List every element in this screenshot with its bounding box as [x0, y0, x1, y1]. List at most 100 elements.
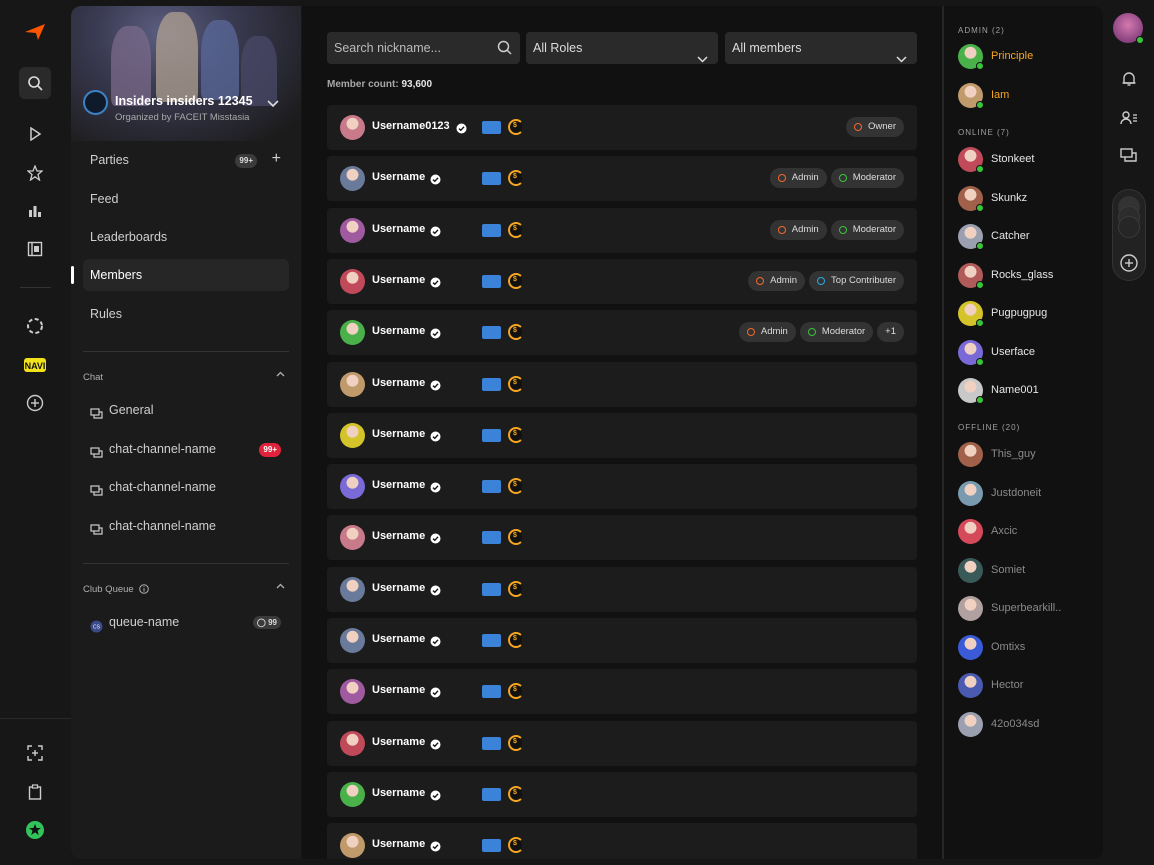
members-filter-select[interactable]: All members: [725, 32, 917, 64]
member-row[interactable]: Username $ Admin Moderator: [327, 207, 917, 253]
avatar[interactable]: [340, 525, 365, 551]
username[interactable]: Username: [372, 633, 425, 645]
sidebar-member[interactable]: Superbearkill..: [958, 596, 1098, 624]
role-badge[interactable]: Top Contributer: [809, 270, 904, 291]
info-icon[interactable]: [139, 584, 150, 594]
username[interactable]: Username: [372, 377, 425, 389]
sidebar-member[interactable]: Userface: [958, 339, 1098, 368]
avatar[interactable]: [340, 576, 365, 602]
member-row[interactable]: Username $: [327, 515, 917, 561]
member-row[interactable]: Username $ Admin Moderator: [327, 156, 917, 202]
member-row[interactable]: Username $ Admin Top Contributer: [327, 258, 917, 304]
nav-item-members[interactable]: Members: [71, 259, 289, 291]
sidebar-member[interactable]: Hector: [958, 673, 1098, 701]
nav-item-feed[interactable]: Feed: [83, 183, 289, 215]
sidebar-member[interactable]: Justdoneit: [958, 480, 1098, 509]
avatar[interactable]: [340, 781, 365, 807]
roles-filter-select[interactable]: All Roles: [526, 32, 718, 64]
username[interactable]: Username: [372, 736, 425, 748]
avatar[interactable]: [340, 833, 365, 859]
sidebar-member[interactable]: Pugpugpug: [958, 301, 1098, 329]
chevron-up-icon[interactable]: [276, 369, 285, 380]
sidebar-member[interactable]: This_guy: [958, 442, 1098, 470]
star-icon[interactable]: [19, 157, 51, 189]
username[interactable]: Username: [372, 428, 425, 440]
avatar[interactable]: [340, 166, 365, 192]
dotted-circle-icon[interactable]: [19, 310, 51, 342]
queue-item[interactable]: CS queue-name ◯ 99: [90, 609, 289, 635]
member-row[interactable]: Username $ Admin Moderator +1: [327, 310, 917, 356]
member-row[interactable]: Username $: [327, 823, 917, 859]
chat-channel[interactable]: chat-channel-name: [90, 474, 289, 500]
role-badge[interactable]: Admin: [738, 322, 796, 343]
sidebar-member[interactable]: Name001: [958, 378, 1098, 406]
sidebar-member[interactable]: 42o034sd: [958, 711, 1098, 740]
avatar[interactable]: [340, 422, 365, 448]
member-row[interactable]: Username $: [327, 361, 917, 407]
role-badge[interactable]: Admin: [769, 219, 827, 240]
role-badge[interactable]: Owner: [846, 117, 904, 137]
member-row[interactable]: Username $: [327, 412, 917, 458]
sidebar-member[interactable]: Axcic: [958, 519, 1098, 547]
sidebar-member[interactable]: Omtixs: [958, 634, 1098, 663]
username[interactable]: Username: [372, 479, 425, 491]
add-party-icon[interactable]: +: [272, 151, 281, 167]
add-circle-icon[interactable]: [1119, 253, 1139, 273]
search-icon[interactable]: [497, 40, 512, 60]
username[interactable]: Username: [372, 274, 425, 286]
sidebar-member[interactable]: Stonkeet: [958, 147, 1098, 175]
more-roles-badge[interactable]: +1: [877, 322, 904, 343]
avatar[interactable]: [340, 115, 365, 140]
avatar[interactable]: [340, 474, 365, 500]
sidebar-member[interactable]: Somiet: [958, 557, 1098, 586]
search-icon[interactable]: [19, 67, 51, 99]
sidebar-member[interactable]: Catcher: [958, 224, 1098, 252]
member-row[interactable]: Username $: [327, 618, 917, 663]
username[interactable]: Username: [372, 582, 425, 594]
navi-logo-icon[interactable]: NAVI: [19, 349, 51, 381]
sidebar-member[interactable]: Iam: [958, 82, 1098, 111]
role-badge[interactable]: Admin: [748, 270, 806, 291]
chevron-down-icon[interactable]: [267, 95, 279, 113]
sidebar-member[interactable]: Principle: [958, 44, 1098, 72]
avatar[interactable]: [340, 217, 365, 243]
member-row[interactable]: Username0123 $ Owner: [327, 105, 917, 150]
username[interactable]: Username0123: [372, 120, 450, 132]
faceit-logo-icon[interactable]: [19, 16, 51, 48]
username[interactable]: Username: [372, 223, 425, 235]
add-circle-icon[interactable]: [19, 387, 51, 419]
role-badge[interactable]: Admin: [769, 168, 827, 189]
member-row[interactable]: Username $: [327, 464, 917, 510]
avatar[interactable]: [340, 371, 365, 397]
avatar[interactable]: [340, 730, 365, 756]
search-field[interactable]: [327, 32, 520, 64]
username[interactable]: Username: [372, 325, 425, 337]
role-badge[interactable]: Moderator: [830, 219, 904, 240]
nav-item-parties[interactable]: Parties 99+ +: [83, 144, 289, 176]
film-icon[interactable]: [19, 233, 51, 265]
play-icon[interactable]: [19, 118, 51, 150]
chevron-up-icon[interactable]: [276, 581, 285, 592]
role-badge[interactable]: Moderator: [830, 168, 904, 189]
member-row[interactable]: Username $: [327, 720, 917, 766]
avatar[interactable]: [340, 320, 365, 346]
avatar[interactable]: [340, 679, 365, 705]
star-badge-icon[interactable]: [19, 814, 51, 846]
expand-icon[interactable]: [19, 737, 51, 769]
stats-icon[interactable]: [19, 195, 51, 227]
sidebar-member[interactable]: Skunkz: [958, 185, 1098, 214]
member-row[interactable]: Username $: [327, 771, 917, 817]
member-row[interactable]: Username $: [327, 566, 917, 612]
nav-item-rules[interactable]: Rules: [83, 298, 289, 330]
username[interactable]: Username: [372, 171, 425, 183]
role-badge[interactable]: Moderator: [799, 322, 874, 343]
chat-channel[interactable]: General: [90, 397, 289, 423]
chat-channel[interactable]: chat-channel-name 99+: [90, 436, 289, 462]
sidebar-member[interactable]: Rocks_glass: [958, 262, 1098, 291]
member-row[interactable]: Username $: [327, 669, 917, 715]
username[interactable]: Username: [372, 787, 425, 799]
friends-icon[interactable]: [1118, 107, 1140, 129]
avatar[interactable]: [340, 268, 365, 294]
search-input[interactable]: [327, 32, 492, 64]
chat-channel[interactable]: chat-channel-name: [90, 513, 289, 539]
